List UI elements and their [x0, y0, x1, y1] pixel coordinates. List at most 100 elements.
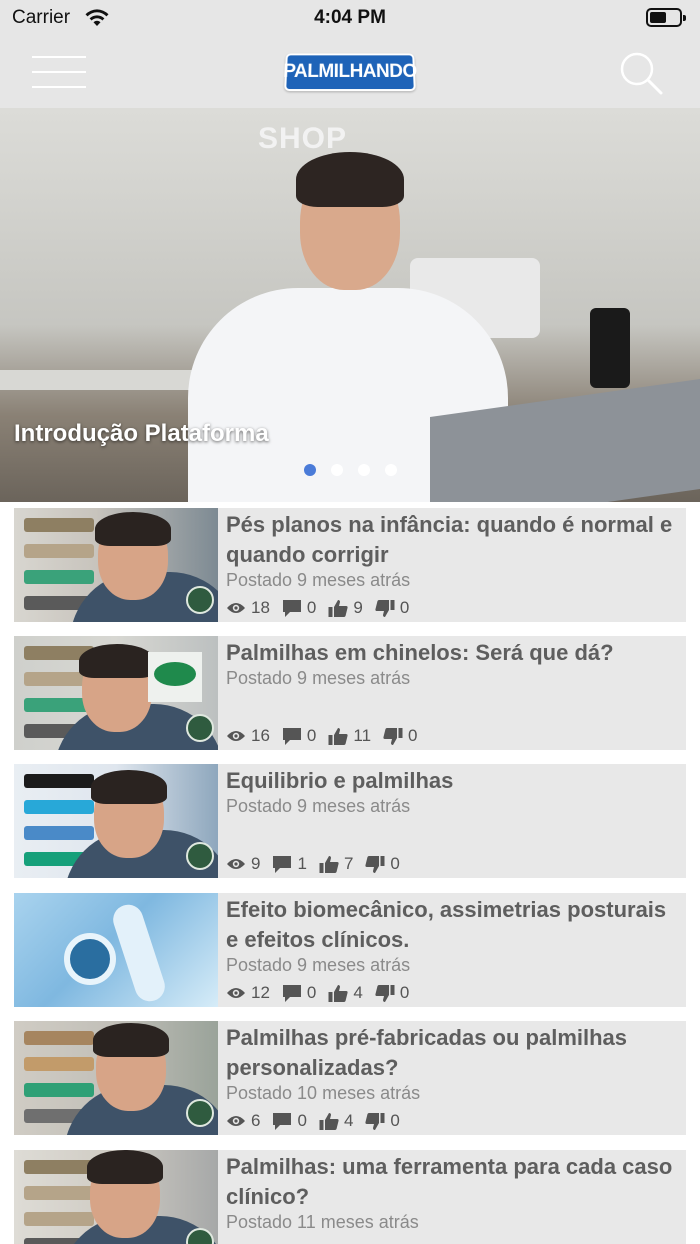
likes-count: 4 [343, 1111, 354, 1130]
posted-date: Postado 10 meses atrás [226, 1083, 421, 1103]
comments-count: 0 [306, 983, 317, 1002]
stat-views: 18 [226, 598, 270, 618]
comment-icon [272, 855, 297, 874]
video-title: Efeito biomecânico, assimetrias posturai… [226, 897, 667, 952]
stat-comments: 0 [282, 983, 316, 1003]
views-icon [226, 729, 251, 743]
posted-date: Postado 9 meses atrás [226, 796, 411, 816]
views-icon [226, 857, 251, 871]
video-stats: 6 0 4 0 [226, 1110, 412, 1132]
video-list-item[interactable]: Palmilhas: uma ferramenta para cada caso… [14, 1150, 686, 1244]
stat-comments: 0 [272, 1111, 307, 1131]
page-dot[interactable] [385, 464, 397, 476]
menu-button[interactable] [32, 54, 86, 90]
views-icon [226, 601, 251, 615]
dislikes-count: 0 [399, 598, 410, 617]
thumbs-down-icon [383, 727, 408, 746]
views-count: 18 [251, 598, 270, 617]
stat-comments: 1 [272, 854, 307, 874]
page-dot[interactable] [358, 464, 370, 476]
page-dot[interactable] [331, 464, 343, 476]
video-thumbnail[interactable] [14, 893, 218, 1007]
hamburger-icon [32, 56, 86, 58]
stat-views: 16 [226, 726, 270, 746]
thumbs-down-icon [365, 1112, 390, 1131]
clock: 4:04 PM [314, 7, 386, 28]
battery-level [650, 12, 666, 23]
stat-dislikes: 0 [375, 598, 409, 618]
hero-title: Introdução Plataforma [14, 420, 269, 447]
stat-comments: 0 [282, 726, 316, 746]
video-stats: 9 1 7 0 [226, 853, 412, 875]
likes-count: 7 [343, 854, 354, 873]
video-thumbnail[interactable] [14, 1150, 218, 1244]
app-logo[interactable]: PALMILHANDO [283, 53, 417, 92]
comment-icon [282, 984, 307, 1003]
stat-dislikes: 0 [365, 1111, 400, 1131]
stat-dislikes: 0 [365, 854, 400, 874]
video-title: Palmilhas em chinelos: Será que dá? [226, 640, 614, 665]
stat-likes: 4 [319, 1111, 353, 1131]
video-list-item[interactable]: Equilibrio e palmilhas Postado 9 meses at… [14, 764, 686, 878]
video-title: Pés planos na infância: quando é normal … [226, 512, 673, 567]
likes-count: 11 [353, 726, 372, 745]
battery-cap [683, 15, 686, 21]
status-bar: Carrier 4:04 PM [0, 0, 700, 40]
video-list-item[interactable]: Efeito biomecânico, assimetrias posturai… [14, 893, 686, 1007]
video-list[interactable]: Pés planos na infância: quando é normal … [0, 502, 700, 1244]
hero-tool [590, 308, 630, 388]
nav-bar: PALMILHANDO [0, 40, 700, 108]
views-icon [226, 986, 251, 1000]
thumbs-up-icon [319, 1112, 344, 1131]
thumbs-up-icon [328, 984, 353, 1003]
comments-count: 0 [306, 598, 317, 617]
stat-dislikes: 0 [383, 726, 418, 746]
views-count: 16 [251, 726, 270, 745]
video-stats: 12 0 4 0 [226, 982, 421, 1004]
hero-carousel[interactable]: SHOP Introdução Plataforma [0, 108, 700, 502]
video-stats: 18 0 9 0 [226, 597, 421, 619]
hero-wall-text: SHOP [258, 122, 348, 155]
thumbs-down-icon [375, 599, 400, 618]
video-thumbnail[interactable] [14, 508, 218, 622]
stat-views: 12 [226, 983, 270, 1003]
video-thumbnail[interactable] [14, 636, 218, 750]
stat-likes: 11 [328, 726, 371, 746]
video-list-item[interactable]: Pés planos na infância: quando é normal … [14, 508, 686, 622]
dislikes-count: 0 [408, 726, 418, 745]
page-indicator [0, 464, 700, 476]
comments-count: 0 [306, 726, 317, 745]
stat-comments: 0 [282, 598, 316, 618]
dislikes-count: 0 [390, 1111, 400, 1130]
comments-count: 1 [297, 854, 307, 873]
posted-date: Postado 9 meses atrás [226, 668, 411, 688]
thumbs-up-icon [328, 599, 353, 618]
thumbs-up-icon [319, 855, 344, 874]
views-count: 6 [251, 1111, 261, 1130]
video-thumbnail[interactable] [14, 764, 218, 878]
video-thumbnail[interactable] [14, 1021, 218, 1135]
posted-date: Postado 9 meses atrás [226, 955, 411, 975]
views-count: 9 [251, 854, 261, 873]
stat-likes: 4 [328, 983, 363, 1003]
stat-views: 9 [226, 854, 260, 874]
comments-count: 0 [297, 1111, 307, 1130]
page-dot[interactable] [304, 464, 316, 476]
likes-count: 9 [353, 598, 363, 617]
hero-shelf [0, 370, 200, 390]
thumbs-down-icon [365, 855, 390, 874]
dislikes-count: 0 [399, 983, 410, 1002]
video-list-item[interactable]: Palmilhas pré-fabricadas ou palmilhas pe… [14, 1021, 686, 1135]
video-stats: 16 0 11 0 [226, 725, 430, 747]
likes-count: 4 [353, 983, 363, 1002]
views-icon [226, 1114, 251, 1128]
posted-date: Postado 11 meses atrás [226, 1212, 419, 1232]
stat-likes: 9 [328, 598, 363, 618]
hamburger-icon-line [32, 86, 86, 88]
video-list-item[interactable]: Palmilhas em chinelos: Será que dá? Posta… [14, 636, 686, 750]
video-title: Palmilhas: uma ferramenta para cada caso… [226, 1154, 673, 1209]
video-title: Equilibrio e palmilhas [226, 768, 454, 793]
search-button[interactable] [618, 50, 664, 96]
video-title: Palmilhas pré-fabricadas ou palmilhas pe… [226, 1025, 628, 1080]
posted-date: Postado 9 meses atrás [226, 570, 411, 590]
